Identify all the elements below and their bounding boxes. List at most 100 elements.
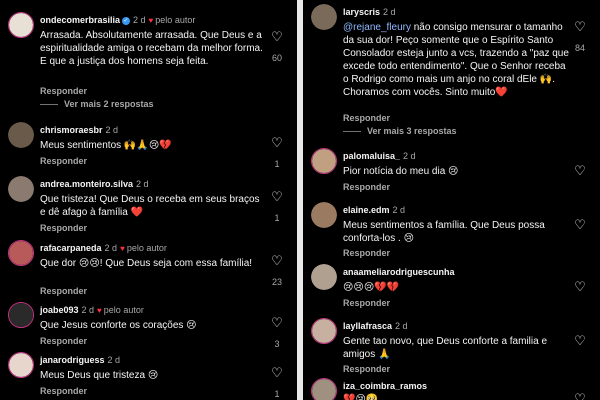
comment-text: Meus sentimentos 🙌🙏😢💔: [40, 140, 172, 151]
timestamp: 2 d: [104, 243, 118, 253]
avatar[interactable]: [311, 202, 337, 228]
comments-panel-right: laryscris 2 d @rejane_fleury não consigo …: [303, 0, 600, 400]
reply-button[interactable]: Responder: [343, 364, 390, 374]
like-count: 1: [274, 213, 280, 223]
heart-outline-icon: ♡: [271, 315, 283, 330]
heart-outline-icon: ♡: [271, 189, 283, 204]
username[interactable]: joabe093: [40, 305, 79, 315]
heart-outline-icon: ♡: [271, 365, 283, 380]
timestamp: 2 d: [383, 7, 396, 17]
like-button[interactable]: ♡: [570, 280, 590, 293]
reply-button[interactable]: Responder: [40, 156, 87, 166]
username[interactable]: elaine.edm: [343, 205, 390, 215]
comment-meta: joabe093 2 d ♥ pelo autor: [40, 305, 144, 315]
comment-text: Que dor 😢😢! Que Deus seja com essa famíl…: [40, 258, 253, 269]
like-button[interactable]: ♡ 84: [570, 20, 590, 53]
reply-button[interactable]: Responder: [40, 336, 87, 346]
like-button[interactable]: ♡ 1: [267, 136, 287, 169]
username[interactable]: palomaluisa_: [343, 151, 400, 161]
timestamp: 2 d: [107, 355, 121, 365]
comment-meta: layllafrasca 2 d: [343, 321, 408, 331]
like-button[interactable]: ♡ 1: [267, 366, 287, 399]
divider: [343, 131, 361, 133]
username[interactable]: ondecomerbrasilia: [40, 15, 120, 25]
like-button[interactable]: ♡ 60: [267, 30, 287, 63]
timestamp: 2 d: [136, 179, 149, 189]
avatar[interactable]: [311, 148, 337, 174]
view-more-replies-button[interactable]: Ver mais 3 respostas: [343, 126, 457, 136]
reply-button[interactable]: Responder: [343, 182, 390, 192]
comment-text: @rejane_fleury não consigo mensurar o ta…: [343, 21, 570, 99]
username[interactable]: chrismoraesbr: [40, 125, 103, 135]
comment-meta: anaameliarodriguescunha: [343, 267, 455, 277]
avatar[interactable]: [311, 264, 337, 290]
username[interactable]: janarodriguess: [40, 355, 105, 365]
avatar[interactable]: [8, 122, 34, 148]
heart-outline-icon: ♡: [271, 135, 283, 150]
reply-button[interactable]: Responder: [40, 223, 87, 233]
reply-button[interactable]: Responder: [40, 386, 87, 396]
comment-text: Meus Deus que tristeza 😢: [40, 370, 159, 381]
avatar[interactable]: [8, 176, 34, 202]
username[interactable]: anaameliarodriguescunha: [343, 267, 455, 277]
view-more-replies-button[interactable]: Ver mais 2 respostas: [40, 99, 154, 109]
comment-text: Que Jesus conforte os corações 😢: [40, 320, 197, 331]
username[interactable]: laryscris: [343, 7, 380, 17]
divider: [40, 104, 58, 106]
like-count: 60: [271, 53, 282, 63]
avatar[interactable]: [311, 318, 337, 344]
reply-button[interactable]: Responder: [343, 298, 390, 308]
comments-panel-left: ondecomerbrasilia ✓ 2 d ♥ pelo autor Arrasad…: [0, 0, 297, 400]
comment-text: 💔😢🥺: [343, 394, 379, 400]
comment-text-content: não consigo mensurar o tamanho da sua do…: [343, 22, 569, 98]
heart-outline-icon: ♡: [574, 163, 586, 178]
like-button[interactable]: ♡ 1: [267, 190, 287, 223]
comment-meta: andrea.monteiro.silva 2 d: [40, 179, 149, 189]
like-count: 3: [274, 339, 280, 349]
avatar[interactable]: [8, 352, 34, 378]
comment-text: Que tristeza! Que Deus o receba em seus …: [40, 194, 260, 218]
comment-text: Arrasada. Absolutamente arrasada. Que De…: [40, 30, 263, 67]
like-button[interactable]: ♡: [570, 392, 590, 400]
heart-outline-icon: ♡: [574, 19, 586, 34]
comment-meta: iza_coimbra_ramos: [343, 381, 427, 391]
heart-outline-icon: ♡: [574, 279, 586, 294]
username[interactable]: layllafrasca: [343, 321, 392, 331]
username[interactable]: iza_coimbra_ramos: [343, 381, 427, 391]
liked-by-author-label: pelo autor: [155, 15, 196, 25]
like-count: 1: [274, 159, 280, 169]
like-button[interactable]: ♡ 3: [267, 316, 287, 349]
reply-button[interactable]: Responder: [40, 86, 87, 96]
timestamp: 2 d: [403, 151, 416, 161]
username[interactable]: andrea.monteiro.silva: [40, 179, 133, 189]
avatar[interactable]: [8, 12, 34, 38]
like-button[interactable]: ♡: [570, 334, 590, 347]
reply-button[interactable]: Responder: [343, 248, 390, 258]
timestamp: 2 d: [133, 15, 146, 25]
comment-meta: janarodriguess 2 d: [40, 355, 120, 365]
mention-link[interactable]: @rejane_fleury: [343, 22, 411, 33]
comment-meta: elaine.edm 2 d: [343, 205, 405, 215]
heart-outline-icon: ♡: [271, 29, 283, 44]
like-count: 1: [274, 389, 280, 399]
like-count: 84: [574, 43, 585, 53]
like-button[interactable]: ♡ 23: [267, 254, 287, 287]
heart-outline-icon: ♡: [574, 391, 586, 400]
heart-outline-icon: ♡: [574, 217, 586, 232]
liked-by-author-label: pelo autor: [126, 243, 167, 253]
comment-meta: chrismoraesbr 2 d: [40, 125, 118, 135]
avatar[interactable]: [311, 378, 337, 400]
like-button[interactable]: ♡: [570, 164, 590, 177]
liked-by-author-label: pelo autor: [103, 305, 144, 315]
like-button[interactable]: ♡: [570, 218, 590, 231]
heart-outline-icon: ♡: [574, 333, 586, 348]
avatar[interactable]: [8, 302, 34, 328]
heart-filled-icon: ♥: [97, 306, 102, 315]
reply-button[interactable]: Responder: [40, 286, 87, 296]
heart-filled-icon: ♥: [120, 244, 125, 253]
avatar[interactable]: [8, 240, 34, 266]
view-more-replies-label: Ver mais 3 respostas: [367, 126, 457, 136]
avatar[interactable]: [311, 4, 337, 30]
reply-button[interactable]: Responder: [343, 113, 390, 123]
username[interactable]: rafacarpaneda: [40, 243, 102, 253]
